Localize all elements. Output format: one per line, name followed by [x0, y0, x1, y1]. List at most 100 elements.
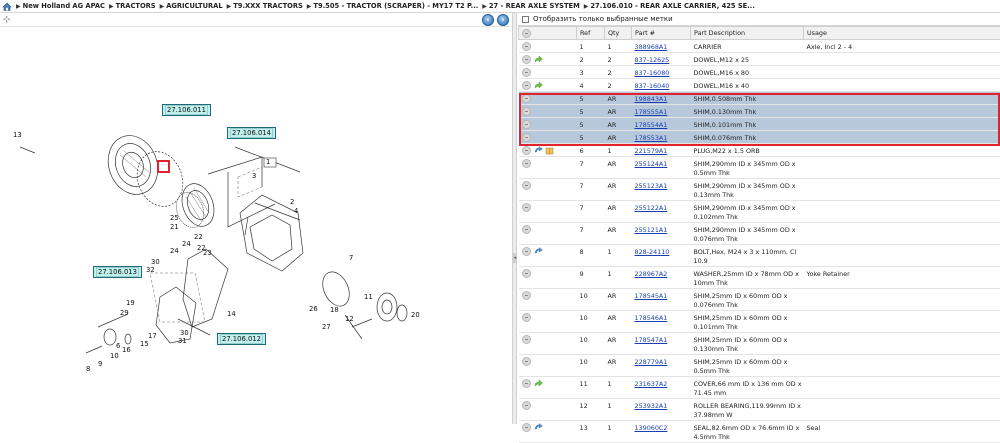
add-to-list-icon[interactable]	[522, 159, 531, 168]
diagram-label-16[interactable]: 16	[122, 346, 131, 354]
panel-splitter[interactable]: ◂	[512, 13, 517, 424]
add-to-list-icon[interactable]	[522, 181, 531, 190]
add-to-list-icon[interactable]	[522, 247, 531, 256]
part-number-link[interactable]: 837-16040	[635, 82, 670, 90]
diagram-label-24a[interactable]: 24	[182, 240, 191, 248]
diagram-label-29[interactable]: 29	[120, 309, 129, 317]
diagram-label-10[interactable]: 10	[110, 352, 119, 360]
breadcrumb-item-tractors[interactable]: ▶TRACTORS	[109, 2, 156, 10]
add-to-list-icon[interactable]	[522, 55, 531, 64]
breadcrumb-item-section[interactable]: ▶27.106.010 - REAR AXLE CARRIER, 425 SE.…	[584, 2, 755, 10]
add-to-list-icon[interactable]	[522, 335, 531, 344]
add-to-list-icon[interactable]	[522, 269, 531, 278]
table-row[interactable]: 10AR228779A1SHIM,25mm ID x 60mm OD x 0.5…	[519, 355, 1000, 377]
part-number-link[interactable]: 255123A1	[635, 182, 668, 190]
header-qty[interactable]: Qty	[605, 27, 632, 40]
next-page-button[interactable]: ›	[497, 14, 509, 26]
diagram-label-12[interactable]: 12	[345, 315, 354, 323]
table-row[interactable]: 7AR255121A1SHIM,290mm ID x 345mm OD x 0.…	[519, 223, 1000, 245]
callout-27-106-014[interactable]: 27.106.014	[227, 127, 276, 139]
part-number-link[interactable]: 828-24110	[635, 248, 670, 256]
diagram-label-17[interactable]: 17	[148, 332, 157, 340]
table-row[interactable]: 111231637A2COVER,66 mm ID x 136 mm OD x …	[519, 377, 1000, 399]
header-part-description[interactable]: Part Description	[691, 27, 804, 40]
diagram-label-6[interactable]: 6	[116, 342, 120, 350]
diagram-label-24b[interactable]: 24	[170, 247, 179, 255]
part-number-link[interactable]: 178547A1	[635, 336, 668, 344]
part-number-link[interactable]: 178555A1	[635, 108, 668, 116]
diagram-label-31[interactable]: 31	[178, 337, 187, 345]
breadcrumb-item-brand[interactable]: ▶New Holland AG APAC	[16, 2, 105, 10]
diagram-label-22b[interactable]: 22	[197, 244, 206, 252]
table-row[interactable]: 5AR178555A1SHIM,0.130mm Thk	[519, 105, 1000, 118]
add-to-list-icon[interactable]	[522, 313, 531, 322]
diagram-label-13[interactable]: 13	[13, 131, 22, 139]
diagram-label-14[interactable]: 14	[227, 310, 236, 318]
related-part-icon[interactable]	[534, 423, 543, 432]
part-number-link[interactable]: 198843A1	[635, 95, 668, 103]
table-row[interactable]: 91228967A2WASHER,25mm ID x 78mm OD x 10m…	[519, 267, 1000, 289]
add-to-list-icon[interactable]	[522, 94, 531, 103]
part-number-link[interactable]: 837-16080	[635, 69, 670, 77]
part-number-link[interactable]: 255124A1	[635, 160, 668, 168]
zoom-in-icon[interactable]: ⊹	[3, 15, 11, 25]
related-part-icon[interactable]	[534, 146, 543, 155]
documentation-icon[interactable]	[545, 146, 554, 155]
part-number-link[interactable]: 178545A1	[635, 292, 668, 300]
breadcrumb-item-model[interactable]: ▶T9.505 - TRACTOR (SCRAPER) - MY17 T2 P.…	[307, 2, 478, 10]
diagram-label-26[interactable]: 26	[309, 305, 318, 313]
header-part-number[interactable]: Part #	[632, 27, 691, 40]
diagram-label-30b[interactable]: 30	[180, 329, 189, 337]
add-to-list-icon[interactable]	[522, 42, 531, 51]
table-row[interactable]: 42837-16040DOWEL,M16 x 40	[519, 79, 1000, 92]
breadcrumb-item-system[interactable]: ▶27 - REAR AXLE SYSTEM	[482, 2, 579, 10]
header-settings[interactable]	[519, 27, 577, 40]
add-to-list-icon[interactable]	[522, 81, 531, 90]
exploded-parts-diagram[interactable]: 27.106.011 27.106.014 27.106.013 27.106.…	[0, 27, 512, 424]
splitter-collapse-icon[interactable]: ◂	[513, 253, 517, 263]
add-to-list-icon[interactable]	[522, 68, 531, 77]
table-row[interactable]: 32837-16080DOWEL,M16 x 80	[519, 66, 1000, 79]
diagram-label-25[interactable]: 25	[170, 214, 179, 222]
callout-27-106-011[interactable]: 27.106.011	[162, 104, 211, 116]
add-to-list-icon[interactable]	[522, 133, 531, 142]
part-number-link[interactable]: 388968A1	[635, 43, 668, 51]
diagram-label-1[interactable]: 1	[266, 158, 270, 166]
diagram-label-4[interactable]: 4	[294, 207, 298, 215]
table-row[interactable]: 121253932A1ROLLER BEARING,119.99mm ID x …	[519, 399, 1000, 421]
table-row[interactable]: 7AR255123A1SHIM,290mm ID x 345mm OD x 0.…	[519, 179, 1000, 201]
previous-page-button[interactable]: ‹	[482, 14, 494, 26]
selected-reference-marker[interactable]	[157, 160, 170, 173]
diagram-label-22a[interactable]: 22	[194, 233, 203, 241]
diagram-label-8[interactable]: 8	[86, 365, 90, 373]
home-icon[interactable]	[2, 2, 12, 11]
add-to-list-icon[interactable]	[522, 225, 531, 234]
table-row[interactable]: 11388968A1CARRIERAxle, Incl 2 - 4	[519, 40, 1000, 53]
add-to-list-icon[interactable]	[522, 379, 531, 388]
header-usage[interactable]: Usage	[804, 27, 1000, 40]
diagram-label-19[interactable]: 19	[126, 299, 135, 307]
diagram-label-20[interactable]: 20	[411, 311, 420, 319]
diagram-label-2[interactable]: 2	[290, 198, 294, 206]
callout-27-106-013[interactable]: 27.106.013	[93, 266, 142, 278]
header-ref[interactable]: Ref	[577, 27, 605, 40]
related-part-icon[interactable]	[534, 247, 543, 256]
add-to-list-icon[interactable]	[522, 146, 531, 155]
diagram-label-30a[interactable]: 30	[151, 258, 160, 266]
part-number-link[interactable]: 178554A1	[635, 121, 668, 129]
table-row[interactable]: 10AR178545A1SHIM,25mm ID x 60mm OD x 0.0…	[519, 289, 1000, 311]
table-row[interactable]: 61221579A1PLUG,M22 x 1.5 ORB	[519, 144, 1000, 157]
part-number-link[interactable]: 178546A1	[635, 314, 668, 322]
settings-icon[interactable]	[522, 29, 531, 38]
part-number-link[interactable]: 837-12625	[635, 56, 670, 64]
add-to-list-icon[interactable]	[522, 423, 531, 432]
add-to-list-icon[interactable]	[522, 107, 531, 116]
substitute-arrow-icon[interactable]	[534, 379, 543, 388]
table-row[interactable]: 10AR178547A1SHIM,25mm ID x 60mm OD x 0.1…	[519, 333, 1000, 355]
table-row[interactable]: 5AR178553A1SHIM,0.076mm Thk	[519, 131, 1000, 144]
diagram-label-21[interactable]: 21	[170, 223, 179, 231]
table-row[interactable]: 22837-12625DOWEL,M12 x 25	[519, 53, 1000, 66]
substitute-arrow-icon[interactable]	[534, 81, 543, 90]
table-row[interactable]: 5AR198843A1SHIM,0.508mm Thk	[519, 92, 1000, 105]
part-number-link[interactable]: 228967A2	[635, 270, 668, 278]
